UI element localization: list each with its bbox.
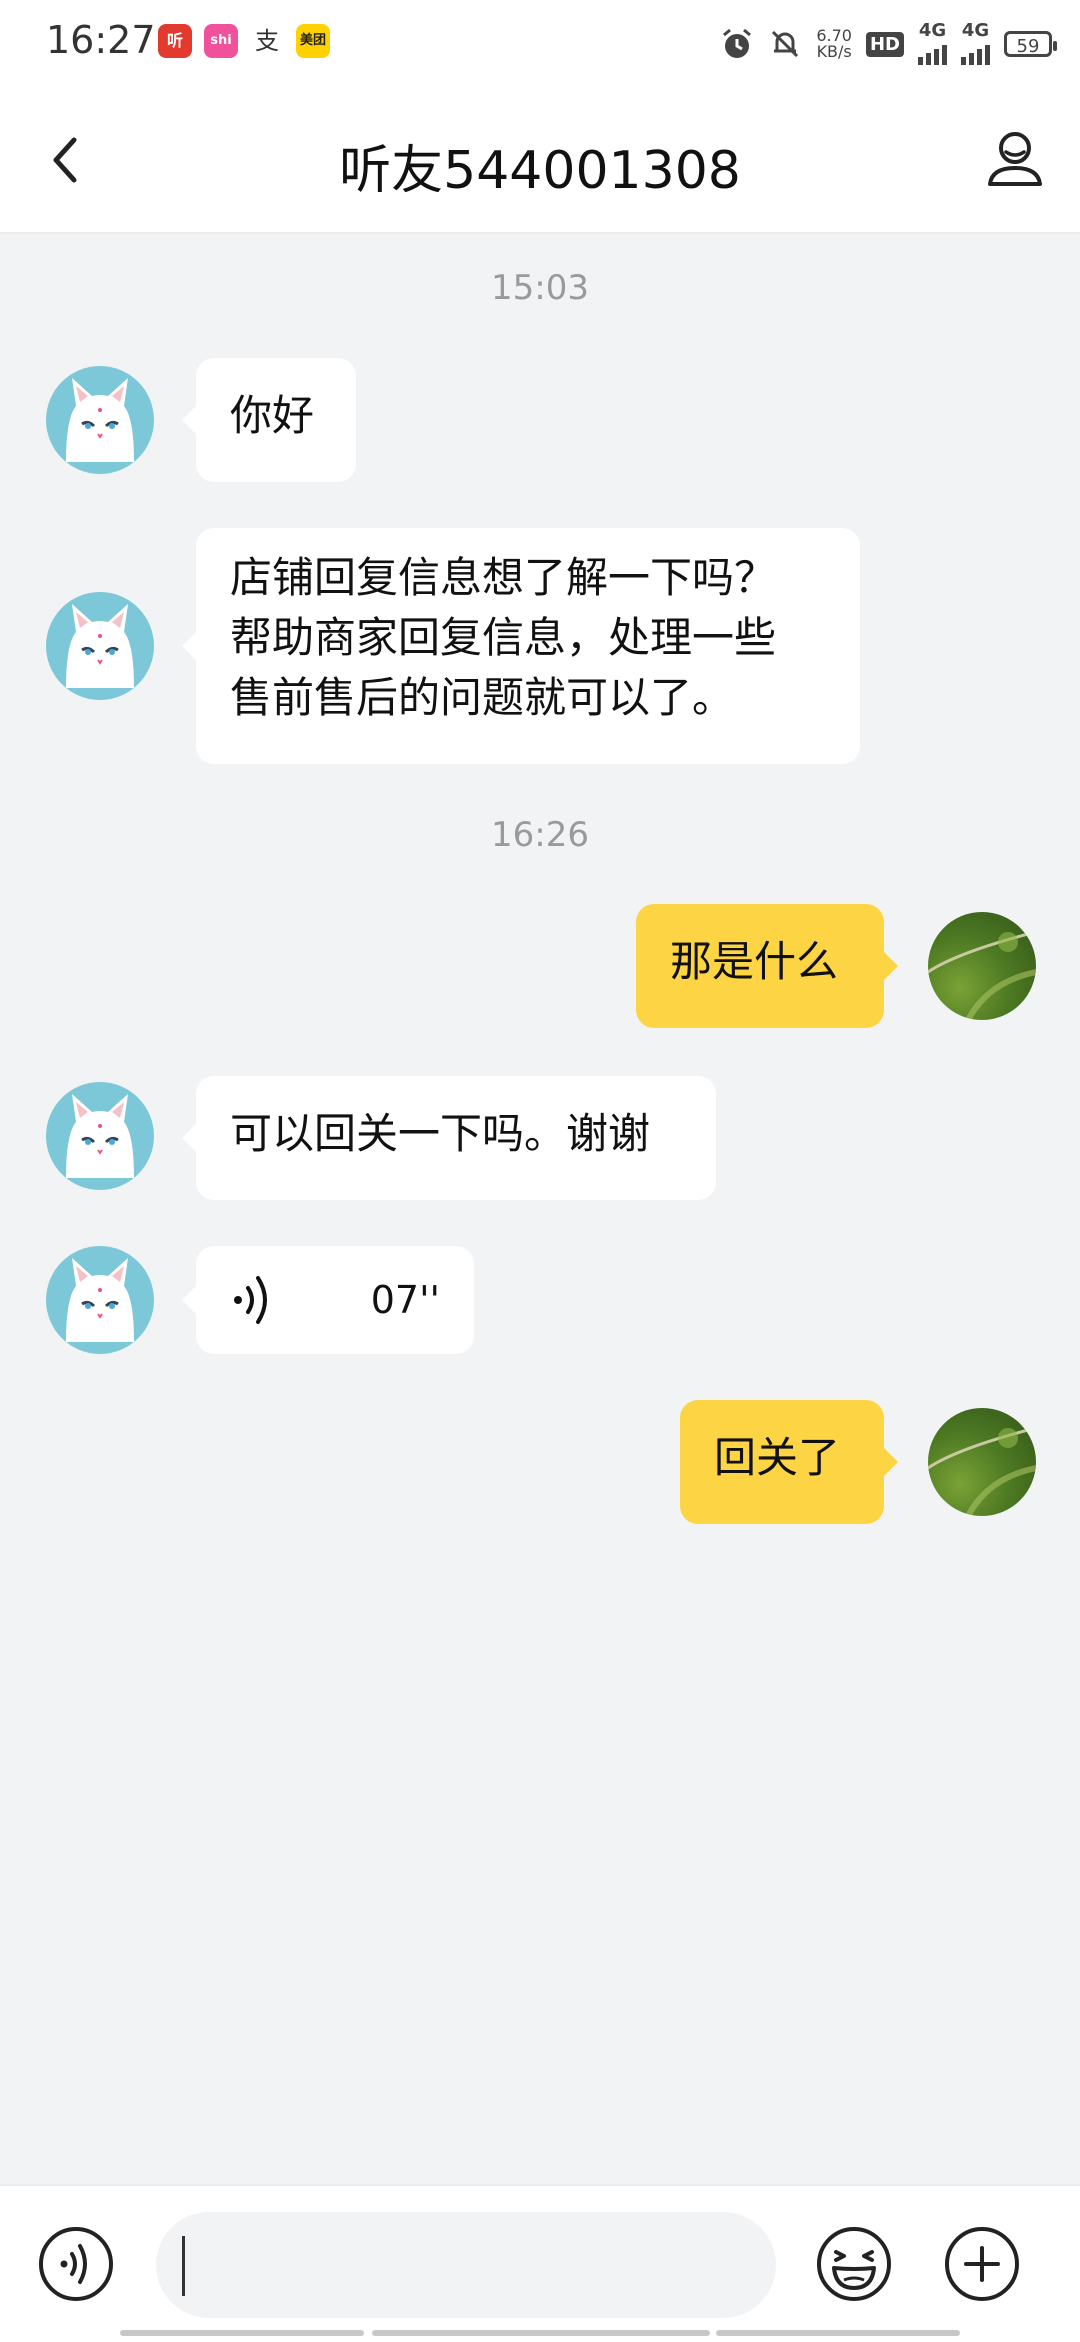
battery-icon: 59 <box>1004 31 1057 57</box>
network-1-label: 4G <box>918 20 947 41</box>
status-bar: 16:27 听 shi 支 美团 6.70 KB/s HD 4G 4G 59 <box>0 0 1080 88</box>
more-plus-button[interactable] <box>944 2226 1020 2302</box>
nav-indicator <box>372 2330 710 2336</box>
scenery-avatar-icon <box>928 930 1036 1020</box>
mute-bell-icon <box>772 30 799 58</box>
cat-avatar-icon <box>66 1258 134 1342</box>
nav-indicator <box>716 2330 960 2336</box>
text-cursor <box>182 2236 185 2296</box>
contact-avatar[interactable] <box>46 366 154 474</box>
cat-avatar-icon <box>66 1094 134 1178</box>
voice-wave-icon <box>234 1276 267 1324</box>
ting-app-icon: 听 <box>158 24 192 58</box>
contact-avatar[interactable] <box>46 592 154 700</box>
alipay-app-icon: 支 <box>250 24 284 58</box>
shiguang-app-icon: shi <box>204 24 238 58</box>
message-line: 店铺回复信息想了解一下吗？ <box>230 553 777 602</box>
speed-unit: KB/s <box>816 42 852 61</box>
voice-message[interactable]: 07'' <box>182 1246 474 1354</box>
message-input[interactable] <box>156 2212 776 2318</box>
timestamp: 16:26 <box>491 815 589 855</box>
status-indicators: 6.70 KB/s HD 4G 4G 59 <box>720 20 1057 68</box>
emoji-button[interactable] <box>816 2226 892 2302</box>
contact-avatar[interactable] <box>46 1246 154 1354</box>
user-avatar[interactable] <box>928 1408 1036 1516</box>
user-avatar[interactable] <box>928 912 1036 1020</box>
network-speed: 6.70 KB/s <box>816 28 852 60</box>
alarm-icon <box>723 28 752 58</box>
profile-icon[interactable] <box>984 126 1046 190</box>
outgoing-message[interactable]: 回关了 <box>680 1400 898 1524</box>
incoming-message[interactable]: 店铺回复信息想了解一下吗？ 帮助商家回复信息，处理一些 售前售后的问题就可以了。 <box>182 528 860 764</box>
signal-1-icon <box>918 39 947 65</box>
hd-badge: HD <box>865 31 904 57</box>
incoming-message[interactable]: 可以回关一下吗。谢谢 <box>182 1076 716 1200</box>
cat-avatar-icon <box>66 604 134 688</box>
network-2: 4G <box>961 20 990 65</box>
meituan-app-icon: 美团 <box>296 24 330 58</box>
chat-header: 听友544001308 <box>0 88 1080 234</box>
scenery-avatar-icon <box>928 1426 1036 1516</box>
voice-duration: 07'' <box>370 1278 440 1322</box>
network-1: 4G <box>918 20 947 65</box>
signal-2-icon <box>961 39 990 65</box>
voice-input-button[interactable] <box>38 2226 114 2302</box>
input-bar <box>0 2184 1080 2342</box>
status-time: 16:27 <box>46 18 156 62</box>
timestamp: 15:03 <box>491 268 589 308</box>
page-title: 听友544001308 <box>339 141 741 201</box>
cat-avatar-icon <box>66 378 134 462</box>
contact-avatar[interactable] <box>46 1082 154 1190</box>
network-2-label: 4G <box>961 20 990 41</box>
outgoing-message[interactable]: 那是什么 <box>636 904 898 1028</box>
message-line: 帮助商家回复信息，处理一些 <box>230 613 777 662</box>
incoming-message[interactable]: 你好 <box>182 358 356 482</box>
nav-indicator <box>120 2330 364 2336</box>
message-line: 售前售后的问题就可以了。 <box>230 673 735 722</box>
